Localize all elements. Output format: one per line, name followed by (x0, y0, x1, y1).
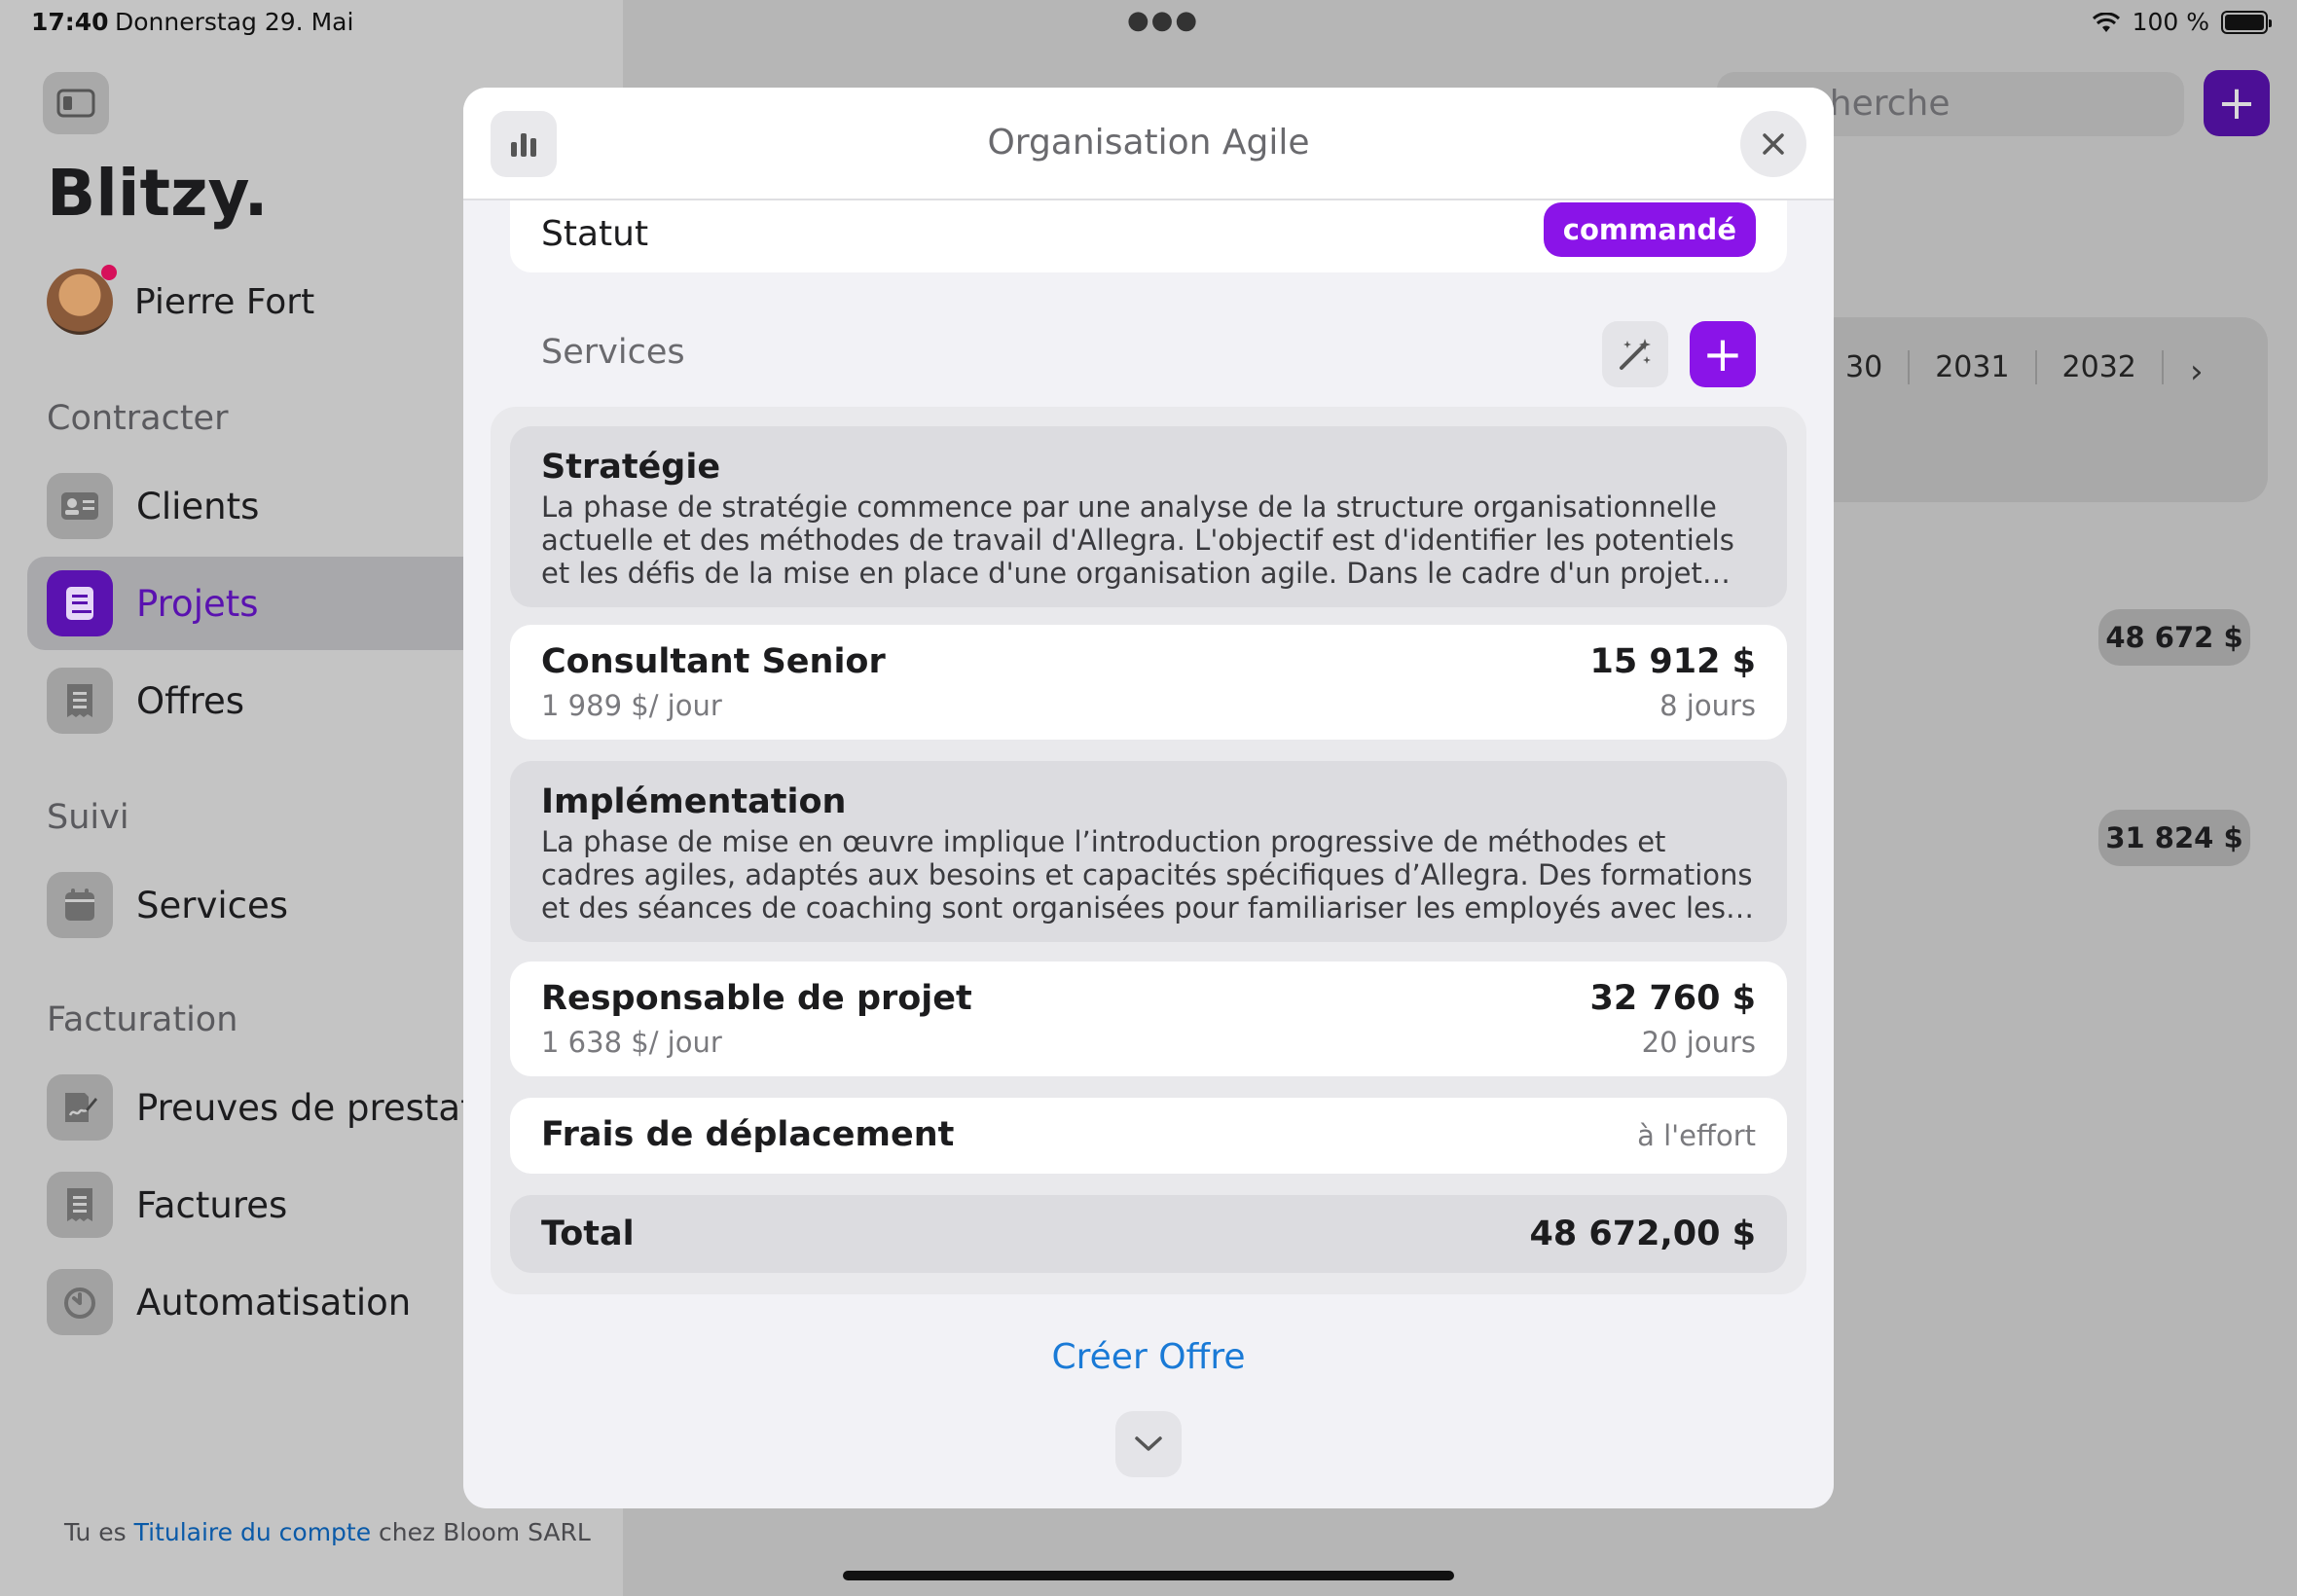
signature-icon (47, 1074, 113, 1141)
receipt-icon (47, 1172, 113, 1238)
create-offer-button[interactable]: Créer Offre (463, 1337, 1834, 1377)
account-role-link[interactable]: Titulaire du compte (134, 1518, 371, 1546)
status-date: Donnerstag 29. Mai (115, 8, 354, 36)
app-title: Blitzy. (47, 156, 269, 231)
travel-expenses-title: Frais de déplacement (541, 1115, 955, 1154)
service-line-amount: 15 912 $ (1589, 642, 1757, 681)
travel-expenses-value: à l'effort (1637, 1119, 1756, 1152)
total-label: Total (541, 1215, 635, 1253)
status-label: Statut (541, 214, 649, 254)
plus-icon: + (1702, 326, 1743, 382)
year-option[interactable]: 2031 (1910, 350, 2037, 384)
service-line-rate: 1 638 $/ jour (541, 1026, 722, 1059)
year-selector: 30 2031 2032 (1820, 350, 2164, 384)
calendar-icon (47, 872, 113, 938)
service-line-title: Responsable de projet (541, 979, 972, 1018)
phase-card-implementation[interactable]: Implémentation La phase de mise en œuvre… (510, 761, 1787, 942)
year-option[interactable]: 2032 (2037, 350, 2164, 384)
service-line-title: Consultant Senior (541, 642, 886, 681)
status-time: 17:40 (31, 8, 109, 36)
wifi-icon (2092, 11, 2121, 33)
sidebar-icon (56, 89, 95, 118)
project-modal: Organisation Agile Statut commandé Servi… (463, 88, 1834, 1508)
add-project-button[interactable]: + (2204, 70, 2270, 136)
battery-icon (2221, 10, 2272, 34)
notification-dot (101, 265, 117, 280)
status-badge[interactable]: commandé (1543, 202, 1756, 257)
service-line-amount: 32 760 $ (1589, 979, 1757, 1018)
magic-wand-icon (1620, 339, 1651, 370)
magic-generate-button[interactable] (1602, 321, 1668, 387)
close-button[interactable] (1740, 111, 1806, 177)
project-amount-badge: 31 824 $ (2098, 810, 2250, 866)
total-row: Total 48 672,00 $ (510, 1195, 1787, 1273)
avatar (47, 265, 117, 335)
battery-percent: 100 % (2132, 8, 2209, 36)
user-profile[interactable]: Pierre Fort (47, 265, 315, 335)
chevron-down-icon (1135, 1436, 1162, 1451)
phase-card-strategie[interactable]: Stratégie La phase de stratégie commence… (510, 426, 1787, 607)
home-indicator[interactable] (843, 1571, 1454, 1580)
multitasking-dots-icon[interactable]: ●●● (1127, 6, 1199, 35)
add-service-button[interactable]: + (1690, 321, 1756, 387)
service-line-responsable-projet[interactable]: Responsable de projet 1 638 $/ jour 32 7… (510, 961, 1787, 1076)
sidebar-toggle-button[interactable] (43, 72, 109, 134)
section-title-suivi: Suivi (47, 798, 129, 837)
expand-button[interactable] (1115, 1411, 1182, 1477)
section-title-facturation: Facturation (47, 1000, 238, 1039)
receipt-icon (47, 668, 113, 734)
service-line-duration: 8 jours (1659, 689, 1756, 722)
phase-description: La phase de stratégie commence par une a… (541, 490, 1734, 590)
plus-icon: + (2216, 76, 2257, 130)
status-row: Statut commandé (510, 200, 1787, 272)
close-icon (1763, 133, 1784, 155)
phase-description: La phase de mise en œuvre implique l’int… (541, 825, 1753, 925)
phase-title: Stratégie (541, 448, 721, 487)
modal-title: Organisation Agile (987, 123, 1310, 163)
total-value: 48 672,00 $ (1529, 1215, 1757, 1253)
service-line-rate: 1 989 $/ jour (541, 689, 722, 722)
book-icon (47, 570, 113, 636)
services-section-title: Services (541, 333, 685, 372)
service-line-duration: 20 jours (1641, 1026, 1756, 1059)
travel-expenses-row[interactable]: Frais de déplacement à l'effort (510, 1098, 1787, 1174)
service-line-consultant-senior[interactable]: Consultant Senior 1 989 $/ jour 15 912 $… (510, 625, 1787, 740)
year-selector-card (1810, 317, 2268, 502)
chevron-right-icon[interactable]: › (2190, 352, 2204, 391)
timer-icon (47, 1269, 113, 1335)
status-bar: 17:40 Donnerstag 29. Mai ●●● 100 % (0, 0, 2297, 47)
user-name: Pierre Fort (134, 281, 315, 322)
id-card-icon (47, 473, 113, 539)
phase-title: Implémentation (541, 782, 847, 821)
section-title-contracter: Contracter (47, 399, 229, 438)
modal-header: Organisation Agile (463, 88, 1834, 200)
project-amount-badge: 48 672 $ (2098, 609, 2250, 666)
account-footer: Tu es Titulaire du compte chez Bloom SAR… (64, 1518, 591, 1546)
